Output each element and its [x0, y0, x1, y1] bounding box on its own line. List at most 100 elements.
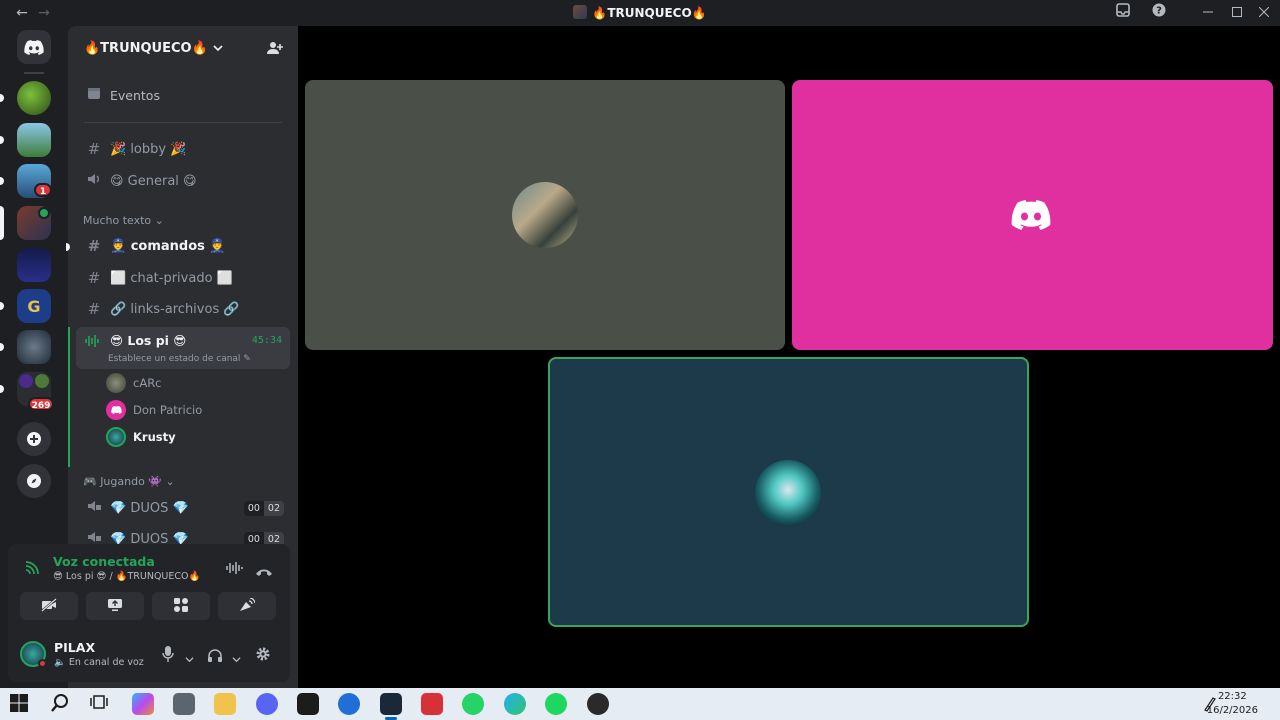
channel-duos-1[interactable]: 💎 DUOS 💎 00 02	[76, 493, 290, 523]
file-explorer-icon[interactable]	[214, 693, 236, 715]
username[interactable]: PILAX	[54, 640, 95, 655]
steam-icon[interactable]	[380, 693, 402, 715]
svg-text:?: ?	[1156, 6, 1162, 17]
activities-icon	[174, 598, 188, 612]
channel-links-archivos[interactable]: # 🔗 links-archivos 🔗	[76, 294, 290, 324]
maximize-icon[interactable]	[1227, 3, 1247, 23]
windows-start-icon[interactable]	[10, 694, 30, 714]
voice-connection-panel: Voz conectada 😎 Los pi 😎 / 🔥TRUNQUECO🔥	[8, 544, 290, 626]
channel-chat-privado[interactable]: # ⬜ chat-privado ⬜	[76, 263, 290, 293]
help-icon[interactable]: ?	[1149, 3, 1169, 23]
counter-current: 00	[243, 501, 264, 516]
channel-status-text: Establece un estado de canal	[108, 354, 241, 364]
channel-general[interactable]: 😋 General 😋	[76, 166, 290, 196]
category-mucho-texto[interactable]: Mucho texto ⌄	[83, 214, 164, 227]
chevron-down-icon	[213, 45, 223, 52]
invite-people-icon[interactable]	[267, 40, 283, 56]
mention-badge: 269	[28, 397, 54, 411]
discord-logo-icon	[1011, 200, 1051, 230]
user-limit-counter: 00 02	[243, 501, 284, 516]
guild-header[interactable]: 🔥TRUNQUECO🔥	[68, 26, 298, 70]
voice-member[interactable]: cARc	[106, 371, 162, 395]
headphones-icon[interactable]	[207, 647, 223, 666]
epic-games-icon[interactable]	[297, 693, 319, 715]
dnd-status-indicator	[38, 659, 47, 668]
edge-icon[interactable]	[504, 693, 526, 715]
voice-status[interactable]: Voz conectada	[53, 554, 155, 569]
channel-comandos[interactable]: # 👮 comandos 👮	[76, 231, 290, 261]
participant-tile-krusty-speaking[interactable]	[548, 357, 1029, 627]
discord-home-button[interactable]	[17, 30, 51, 64]
riot-client-icon[interactable]	[421, 693, 443, 715]
participant-tile-don-patricio[interactable]	[792, 80, 1273, 350]
close-icon[interactable]	[1254, 3, 1274, 23]
search-icon[interactable]	[50, 693, 72, 715]
copilot-icon[interactable]	[132, 693, 154, 715]
text-channel-icon: #	[87, 300, 101, 318]
minimize-icon[interactable]	[1198, 3, 1218, 23]
member-name: Krusty	[133, 430, 176, 444]
avatar	[106, 400, 126, 420]
activities-button[interactable]	[152, 592, 210, 620]
noise-suppression-icon[interactable]	[225, 560, 243, 579]
channel-lobby[interactable]: # 🎉 lobby 🎉	[76, 134, 290, 164]
soundboard-button[interactable]	[218, 592, 276, 620]
whatsapp-icon[interactable]	[462, 693, 484, 715]
unread-pill	[0, 343, 4, 351]
calculator-icon[interactable]	[173, 693, 195, 715]
user-panel: PILAX 🔈 En canal de voz	[8, 626, 290, 682]
unread-pill	[0, 385, 4, 393]
divider	[84, 122, 282, 123]
microphone-icon[interactable]	[162, 646, 174, 666]
unread-pill	[0, 302, 4, 310]
voice-location[interactable]: 😎 Los pi 😎 / 🔥TRUNQUECO🔥	[53, 571, 200, 582]
server-icon-hytale[interactable]	[17, 123, 51, 157]
channel-name: 💎 DUOS 💎	[110, 500, 189, 516]
member-name: cARc	[133, 376, 162, 390]
server-icon-5[interactable]	[17, 248, 51, 282]
gear-icon[interactable]	[255, 646, 271, 666]
screen-share-icon	[108, 599, 122, 611]
system-clock[interactable]: 22:32 16/2/2026	[1207, 690, 1258, 718]
voice-member[interactable]: Krusty	[106, 425, 176, 449]
discover-button[interactable]	[17, 464, 51, 498]
server-icon-7[interactable]	[17, 330, 51, 364]
app-icon[interactable]	[587, 693, 609, 715]
member-name: Don Patricio	[133, 403, 203, 417]
channel-name: 🔗 links-archivos 🔗	[110, 301, 240, 317]
channel-name: ⬜ chat-privado ⬜	[110, 270, 233, 286]
channel-name: 🎉 lobby 🎉	[110, 141, 187, 157]
unread-pill	[0, 94, 4, 102]
inbox-icon[interactable]	[1113, 3, 1133, 23]
unread-pill	[0, 136, 4, 144]
chevron-down-icon[interactable]	[185, 649, 194, 668]
spotify-icon[interactable]	[545, 693, 567, 715]
task-view-icon[interactable]	[90, 693, 112, 715]
voice-timer: 45:34	[251, 335, 282, 346]
add-server-button[interactable]	[17, 422, 51, 456]
voice-channel-los-pi[interactable]: 😎 Los pi 😎 45:34 Establece un estado de …	[76, 327, 290, 369]
share-screen-button[interactable]	[86, 592, 144, 620]
counter-limit: 02	[263, 501, 284, 516]
server-icon-masonic[interactable]: G	[17, 289, 51, 323]
events-item[interactable]: Eventos	[76, 80, 290, 110]
battle-net-icon[interactable]	[338, 693, 360, 715]
discord-logo-icon	[24, 39, 44, 55]
voice-stage	[298, 26, 1280, 688]
connection-signal-icon[interactable]	[24, 560, 40, 580]
server-icon-1[interactable]	[17, 81, 51, 115]
participant-tile-carc[interactable]	[305, 80, 785, 350]
windows-taskbar: 22:32 16/2/2026	[0, 688, 1280, 720]
guild-name: 🔥TRUNQUECO🔥	[84, 40, 208, 56]
compass-icon	[27, 474, 41, 488]
set-channel-status[interactable]: Establece un estado de canal ✎	[108, 354, 251, 364]
voice-member[interactable]: Don Patricio	[106, 398, 202, 422]
channel-name: 😋 General 😋	[110, 173, 197, 189]
category-jugando[interactable]: 🎮 Jugando 👾 ⌄	[83, 475, 175, 488]
discord-taskbar-icon[interactable]	[256, 693, 278, 715]
camera-off-icon	[41, 598, 57, 612]
chevron-down-icon[interactable]	[232, 649, 241, 668]
disconnect-icon[interactable]	[255, 562, 273, 581]
camera-off-button[interactable]	[20, 592, 78, 620]
title-bar: ← → 🔥TRUNQUECO🔥 ?	[0, 0, 1280, 26]
